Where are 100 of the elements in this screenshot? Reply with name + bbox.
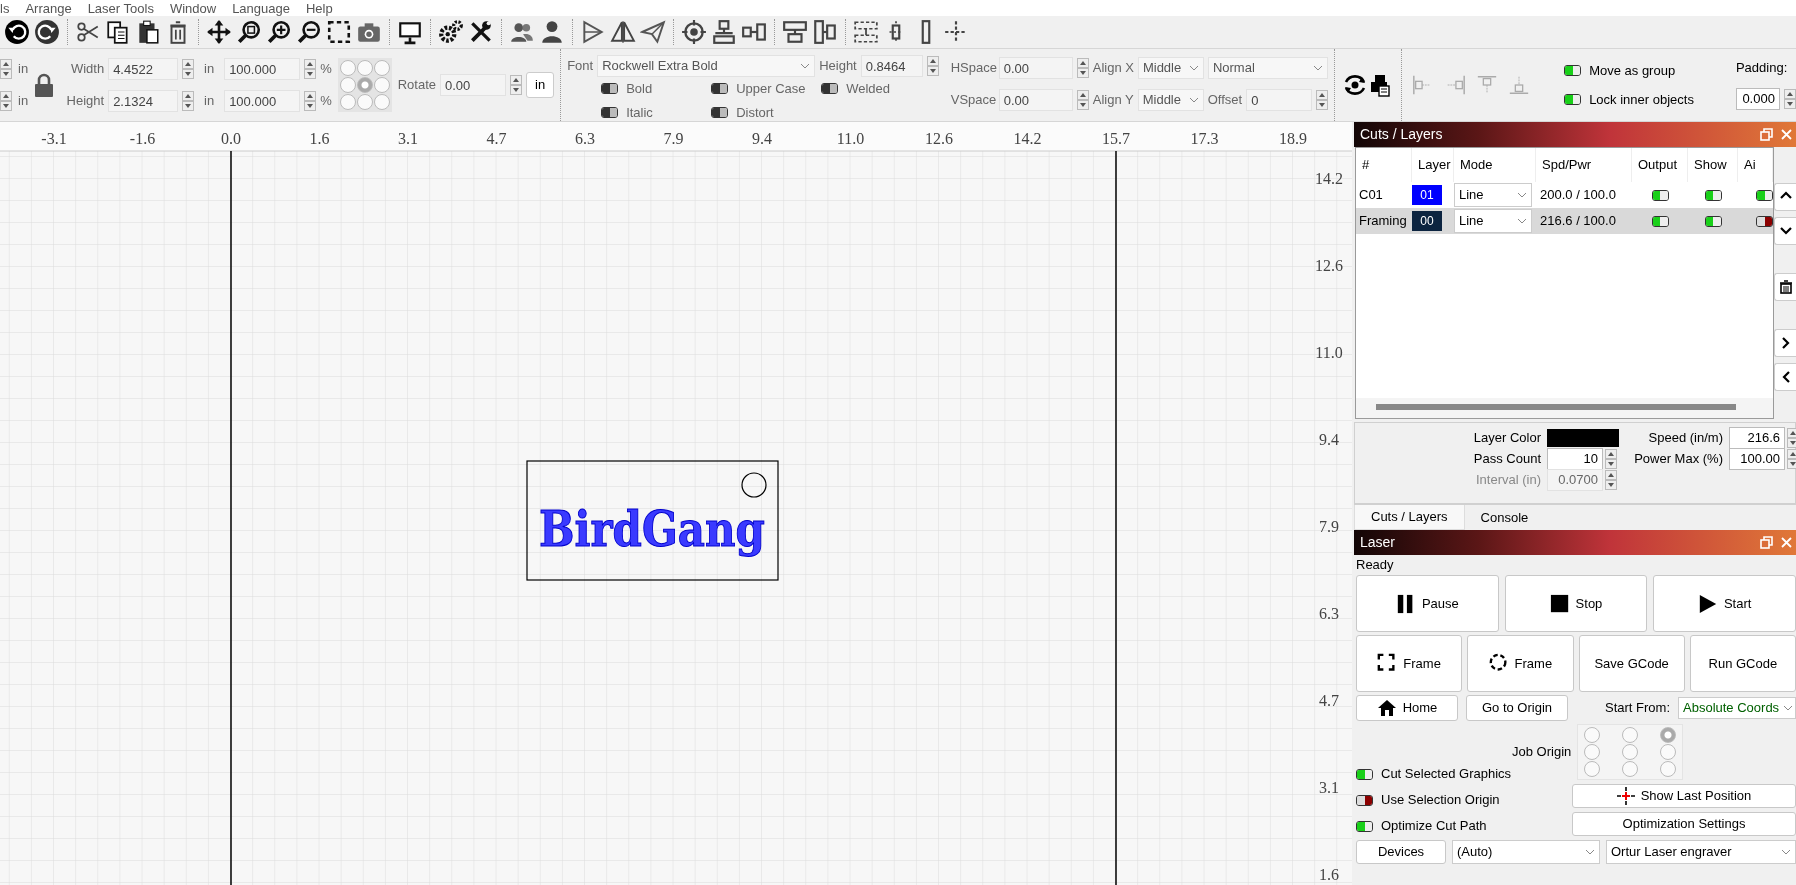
gears-icon[interactable] bbox=[438, 19, 464, 45]
origin-radio[interactable] bbox=[1622, 744, 1639, 760]
laser-button[interactable]: Run GCode bbox=[1689, 635, 1796, 692]
move-arrows-icon[interactable] bbox=[206, 19, 232, 45]
number-field[interactable]: 2.1324 bbox=[108, 90, 179, 112]
device-dropdown[interactable]: Ortur Laser engraver bbox=[1606, 840, 1796, 864]
anchor-radio[interactable] bbox=[373, 60, 390, 76]
number-field[interactable]: 0.00 bbox=[998, 89, 1073, 111]
number-field[interactable]: 100.000 bbox=[224, 90, 301, 112]
layer-color-swatch[interactable] bbox=[1547, 428, 1619, 447]
menu-item[interactable]: ls bbox=[0, 1, 10, 15]
toggle-switch[interactable] bbox=[711, 106, 729, 118]
undo-icon[interactable] bbox=[4, 19, 30, 45]
eye-cycle-icon[interactable] bbox=[1343, 73, 1368, 97]
laser-button[interactable]: Start bbox=[1653, 575, 1796, 632]
show-toggle[interactable] bbox=[1704, 215, 1722, 227]
tag-outline[interactable] bbox=[526, 460, 779, 581]
paper-plane-icon[interactable] bbox=[640, 19, 666, 45]
anchor-radio[interactable] bbox=[373, 94, 390, 110]
mirror-horizontal-icon[interactable] bbox=[580, 19, 606, 45]
scissors-icon[interactable] bbox=[75, 19, 101, 45]
distribute-horizontal-icon[interactable] bbox=[782, 19, 808, 45]
design-text[interactable]: BirdGang bbox=[539, 501, 798, 557]
menu-item[interactable]: Help bbox=[306, 1, 333, 15]
number-field[interactable]: 0.00 bbox=[440, 74, 506, 96]
devices-button[interactable]: Devices bbox=[1356, 840, 1446, 864]
monitor-icon[interactable] bbox=[397, 19, 423, 45]
spin-buttons[interactable] bbox=[1787, 448, 1796, 469]
toggle-switch[interactable] bbox=[1356, 794, 1373, 806]
origin-radio[interactable] bbox=[1622, 761, 1639, 777]
laser-button[interactable]: Stop bbox=[1504, 575, 1648, 632]
spin-buttons[interactable] bbox=[0, 91, 12, 111]
user-icon[interactable] bbox=[539, 19, 565, 45]
layer-color-chip[interactable]: 01 bbox=[1412, 185, 1442, 205]
home-button[interactable]: Home bbox=[1356, 695, 1458, 721]
style-dropdown[interactable]: Normal bbox=[1207, 57, 1328, 79]
menu-item[interactable]: Window bbox=[169, 1, 217, 15]
number-field[interactable]: 10 bbox=[1547, 447, 1603, 470]
show-last-position-button[interactable]: Show Last Position bbox=[1572, 784, 1796, 808]
spin-buttons[interactable] bbox=[1783, 88, 1796, 109]
layer-row[interactable]: C01 01 Line 200.0 / 100.0 bbox=[1356, 182, 1773, 208]
air-toggle[interactable] bbox=[1756, 189, 1773, 201]
spin-buttons[interactable] bbox=[510, 75, 522, 95]
optimization-settings-button[interactable]: Optimization Settings bbox=[1572, 812, 1796, 836]
origin-radio[interactable] bbox=[1584, 744, 1601, 760]
dashed-square-icon[interactable] bbox=[326, 19, 352, 45]
menu-item[interactable]: Laser Tools bbox=[87, 1, 154, 15]
target-icon[interactable] bbox=[681, 19, 707, 45]
spin-buttons[interactable] bbox=[1605, 448, 1617, 469]
toggle-switch[interactable] bbox=[1564, 64, 1582, 76]
mode-dropdown[interactable]: Line bbox=[1454, 209, 1532, 233]
menu-item[interactable]: Language bbox=[232, 1, 290, 15]
number-field[interactable]: 216.6 bbox=[1729, 426, 1785, 449]
number-field[interactable]: 0.00 bbox=[998, 57, 1073, 79]
copy-icon[interactable] bbox=[105, 19, 131, 45]
laser-button[interactable]: Save GCode bbox=[1578, 635, 1685, 692]
close-icon[interactable] bbox=[1781, 537, 1792, 548]
origin-radio[interactable] bbox=[1622, 727, 1639, 743]
trash-button[interactable] bbox=[1774, 273, 1796, 301]
lock-icon[interactable] bbox=[34, 72, 55, 98]
spin-buttons[interactable] bbox=[1076, 90, 1089, 110]
zoom-page-icon[interactable] bbox=[236, 19, 262, 45]
laser-button[interactable]: Frame bbox=[1356, 635, 1463, 692]
unit-button[interactable]: in bbox=[526, 72, 555, 98]
align-dropdown[interactable]: Middle bbox=[1137, 57, 1204, 79]
origin-radio[interactable] bbox=[1584, 761, 1601, 777]
number-field[interactable]: 0 bbox=[1246, 89, 1313, 111]
hole-circle[interactable] bbox=[741, 472, 767, 498]
number-field[interactable]: 4.4522 bbox=[108, 58, 179, 80]
go-to-origin-button[interactable]: Go to Origin bbox=[1466, 695, 1568, 721]
distribute-vertical-icon[interactable] bbox=[812, 19, 838, 45]
zoom-in-icon[interactable] bbox=[266, 19, 292, 45]
anchor-radio[interactable] bbox=[356, 60, 373, 76]
spin-buttons[interactable] bbox=[1076, 58, 1089, 78]
anchor-radio[interactable] bbox=[356, 94, 373, 110]
spin-buttons[interactable] bbox=[0, 59, 12, 79]
mirror-vertical-icon[interactable] bbox=[610, 19, 636, 45]
number-field[interactable]: 0.000 bbox=[1735, 87, 1780, 110]
laser-button[interactable]: Frame bbox=[1467, 635, 1574, 692]
anchor-radio[interactable] bbox=[339, 94, 356, 110]
origin-radio[interactable] bbox=[1660, 761, 1677, 777]
chevron-right-button[interactable] bbox=[1774, 329, 1796, 357]
origin-radio[interactable] bbox=[1584, 727, 1601, 743]
toggle-switch[interactable] bbox=[1564, 94, 1582, 106]
origin-radio[interactable] bbox=[1660, 727, 1677, 743]
output-toggle[interactable] bbox=[1651, 215, 1669, 227]
restore-window-icon[interactable] bbox=[1760, 128, 1773, 141]
toggle-switch[interactable] bbox=[601, 106, 619, 118]
zoom-out-icon[interactable] bbox=[296, 19, 322, 45]
port-dropdown[interactable]: (Auto) bbox=[1452, 840, 1600, 864]
font-dropdown[interactable]: Rockwell Extra Bold bbox=[597, 55, 816, 77]
chevron-left-button[interactable] bbox=[1774, 363, 1796, 391]
spacing-horizontal-icon[interactable] bbox=[853, 19, 879, 45]
spin-buttons[interactable] bbox=[1787, 427, 1796, 448]
anchor-radio[interactable] bbox=[339, 60, 356, 76]
spin-buttons[interactable] bbox=[304, 59, 317, 79]
wrench-screwdriver-icon[interactable] bbox=[468, 19, 494, 45]
anchor-radio[interactable] bbox=[339, 77, 356, 93]
toggle-switch[interactable] bbox=[1356, 768, 1373, 780]
toggle-switch[interactable] bbox=[711, 83, 729, 95]
